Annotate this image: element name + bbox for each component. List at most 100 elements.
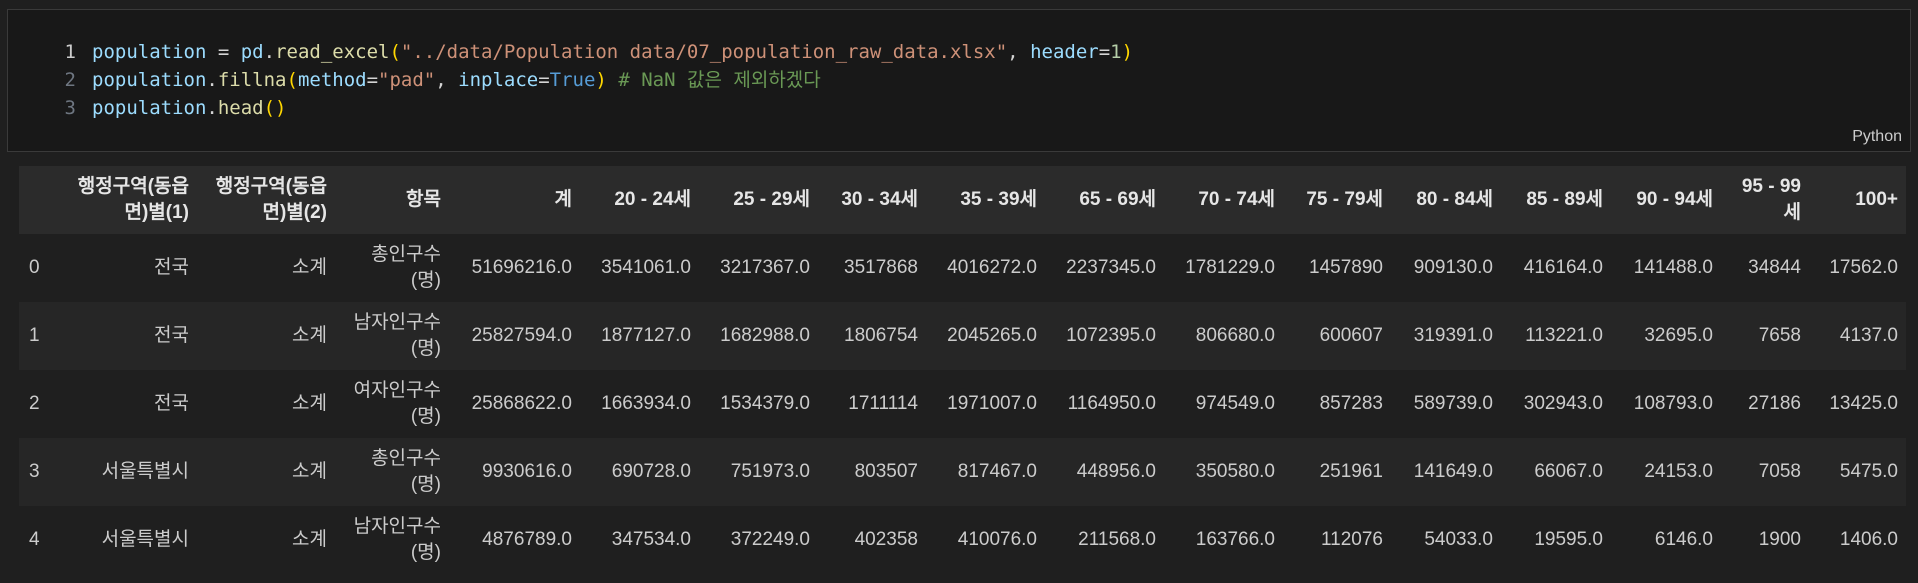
table-cell: 1781229.0 — [1164, 234, 1283, 302]
table-cell: 4016272.0 — [926, 234, 1045, 302]
code-token: True — [549, 69, 596, 91]
code-token: "../data/Population data/07_population_r… — [400, 41, 1008, 63]
line-number: 3 — [64, 97, 76, 119]
column-header — [19, 166, 55, 234]
table-cell: 416164.0 — [1501, 234, 1611, 302]
table-cell: 서울특별시 — [55, 506, 197, 574]
code-token: , — [1007, 41, 1031, 63]
table-cell: 6146.0 — [1611, 506, 1721, 574]
table-cell: 19595.0 — [1501, 506, 1611, 574]
table-cell: 1534379.0 — [699, 370, 818, 438]
table-cell: 909130.0 — [1391, 234, 1501, 302]
cell-language-label[interactable]: Python — [1852, 128, 1902, 146]
dataframe-output-table: 행정구역(동읍면)별(1) 행정구역(동읍면)별(2) 항목 계 20 - 24세 25 … — [19, 166, 1906, 574]
table-cell: 66067.0 — [1501, 438, 1611, 506]
code-token: = — [366, 69, 379, 91]
table-cell: 806680.0 — [1164, 302, 1283, 370]
code-token: ( — [389, 41, 401, 63]
table-cell: 소계 — [197, 506, 335, 574]
table-cell: 350580.0 — [1164, 438, 1283, 506]
table-cell: 4876789.0 — [449, 506, 580, 574]
table-cell: 3517868 — [818, 234, 926, 302]
row-index: 3 — [19, 438, 55, 506]
column-header: 95 - 99세 — [1721, 166, 1809, 234]
table-cell: 751973.0 — [699, 438, 818, 506]
code-token: , — [435, 69, 459, 91]
table-cell: 2237345.0 — [1045, 234, 1164, 302]
table-cell: 54033.0 — [1391, 506, 1501, 574]
column-header: 65 - 69세 — [1045, 166, 1164, 234]
table-cell: 4137.0 — [1809, 302, 1906, 370]
column-header: 행정구역(동읍면)별(1) — [55, 166, 197, 234]
table-cell: 347534.0 — [580, 506, 699, 574]
table-row: 3 서울특별시 소계 총인구수 (명) 9930616.0 690728.0 751973.… — [19, 438, 1906, 506]
code-token: header — [1030, 41, 1099, 63]
table-cell: 448956.0 — [1045, 438, 1164, 506]
table-cell: 여자인구수 (명) — [335, 370, 449, 438]
table-cell: 1806754 — [818, 302, 926, 370]
table-cell: 817467.0 — [926, 438, 1045, 506]
table-cell: 전국 — [55, 302, 197, 370]
row-index: 4 — [19, 506, 55, 574]
table-cell: 3217367.0 — [699, 234, 818, 302]
column-header: 35 - 39세 — [926, 166, 1045, 234]
table-cell: 9930616.0 — [449, 438, 580, 506]
table-cell: 32695.0 — [1611, 302, 1721, 370]
table-cell: 24153.0 — [1611, 438, 1721, 506]
code-token: . — [263, 41, 276, 63]
code-cell-editor[interactable]: 1 population = pd.read_excel("../data/Pop… — [7, 9, 1911, 152]
column-header: 25 - 29세 — [699, 166, 818, 234]
row-index: 2 — [19, 370, 55, 438]
table-cell: 112076 — [1283, 506, 1391, 574]
code-token: fillna — [217, 69, 287, 91]
table-cell: 3541061.0 — [580, 234, 699, 302]
table-cell: 141649.0 — [1391, 438, 1501, 506]
table-cell: 1164950.0 — [1045, 370, 1164, 438]
column-header: 90 - 94세 — [1611, 166, 1721, 234]
code-token: head — [217, 97, 264, 119]
table-cell: 서울특별시 — [55, 438, 197, 506]
table-cell: 113221.0 — [1501, 302, 1611, 370]
table-row: 2 전국 소계 여자인구수 (명) 25868622.0 1663934.0 1534379… — [19, 370, 1906, 438]
table-cell: 1406.0 — [1809, 506, 1906, 574]
column-header: 계 — [449, 166, 580, 234]
column-header: 항목 — [335, 166, 449, 234]
column-header: 100+ — [1809, 166, 1906, 234]
code-token: . — [206, 97, 218, 119]
table-cell: 소계 — [197, 302, 335, 370]
code-token: = — [538, 69, 550, 91]
table-cell: 소계 — [197, 234, 335, 302]
table-cell: 600607 — [1283, 302, 1391, 370]
table-cell: 410076.0 — [926, 506, 1045, 574]
table-cell: 17562.0 — [1809, 234, 1906, 302]
table-cell: 총인구수 (명) — [335, 234, 449, 302]
table-cell: 690728.0 — [580, 438, 699, 506]
table-cell: 25868622.0 — [449, 370, 580, 438]
table-cell: 1072395.0 — [1045, 302, 1164, 370]
table-cell: 전국 — [55, 234, 197, 302]
table-cell: 2045265.0 — [926, 302, 1045, 370]
code-text: population.head() — [92, 94, 287, 122]
code-token: population — [92, 41, 207, 63]
table-cell: 319391.0 — [1391, 302, 1501, 370]
code-text: population = pd.read_excel("../data/Popu… — [92, 38, 1133, 66]
table-cell: 1457890 — [1283, 234, 1391, 302]
table-cell: 남자인구수 (명) — [335, 302, 449, 370]
table-cell: 소계 — [197, 438, 335, 506]
table-cell: 108793.0 — [1611, 370, 1721, 438]
code-token: population — [92, 97, 207, 119]
line-number: 1 — [64, 41, 76, 63]
code-token: "pad" — [378, 69, 436, 91]
column-header: 70 - 74세 — [1164, 166, 1283, 234]
code-token: = — [1098, 41, 1111, 63]
table-cell: 857283 — [1283, 370, 1391, 438]
table-cell: 803507 — [818, 438, 926, 506]
table-cell: 1971007.0 — [926, 370, 1045, 438]
column-header: 85 - 89세 — [1501, 166, 1611, 234]
table-cell: 5475.0 — [1809, 438, 1906, 506]
code-token: ) — [595, 69, 607, 91]
table-cell: 7058 — [1721, 438, 1809, 506]
column-header: 80 - 84세 — [1391, 166, 1501, 234]
code-token: # NaN 값은 제외하겠다 — [618, 69, 821, 91]
